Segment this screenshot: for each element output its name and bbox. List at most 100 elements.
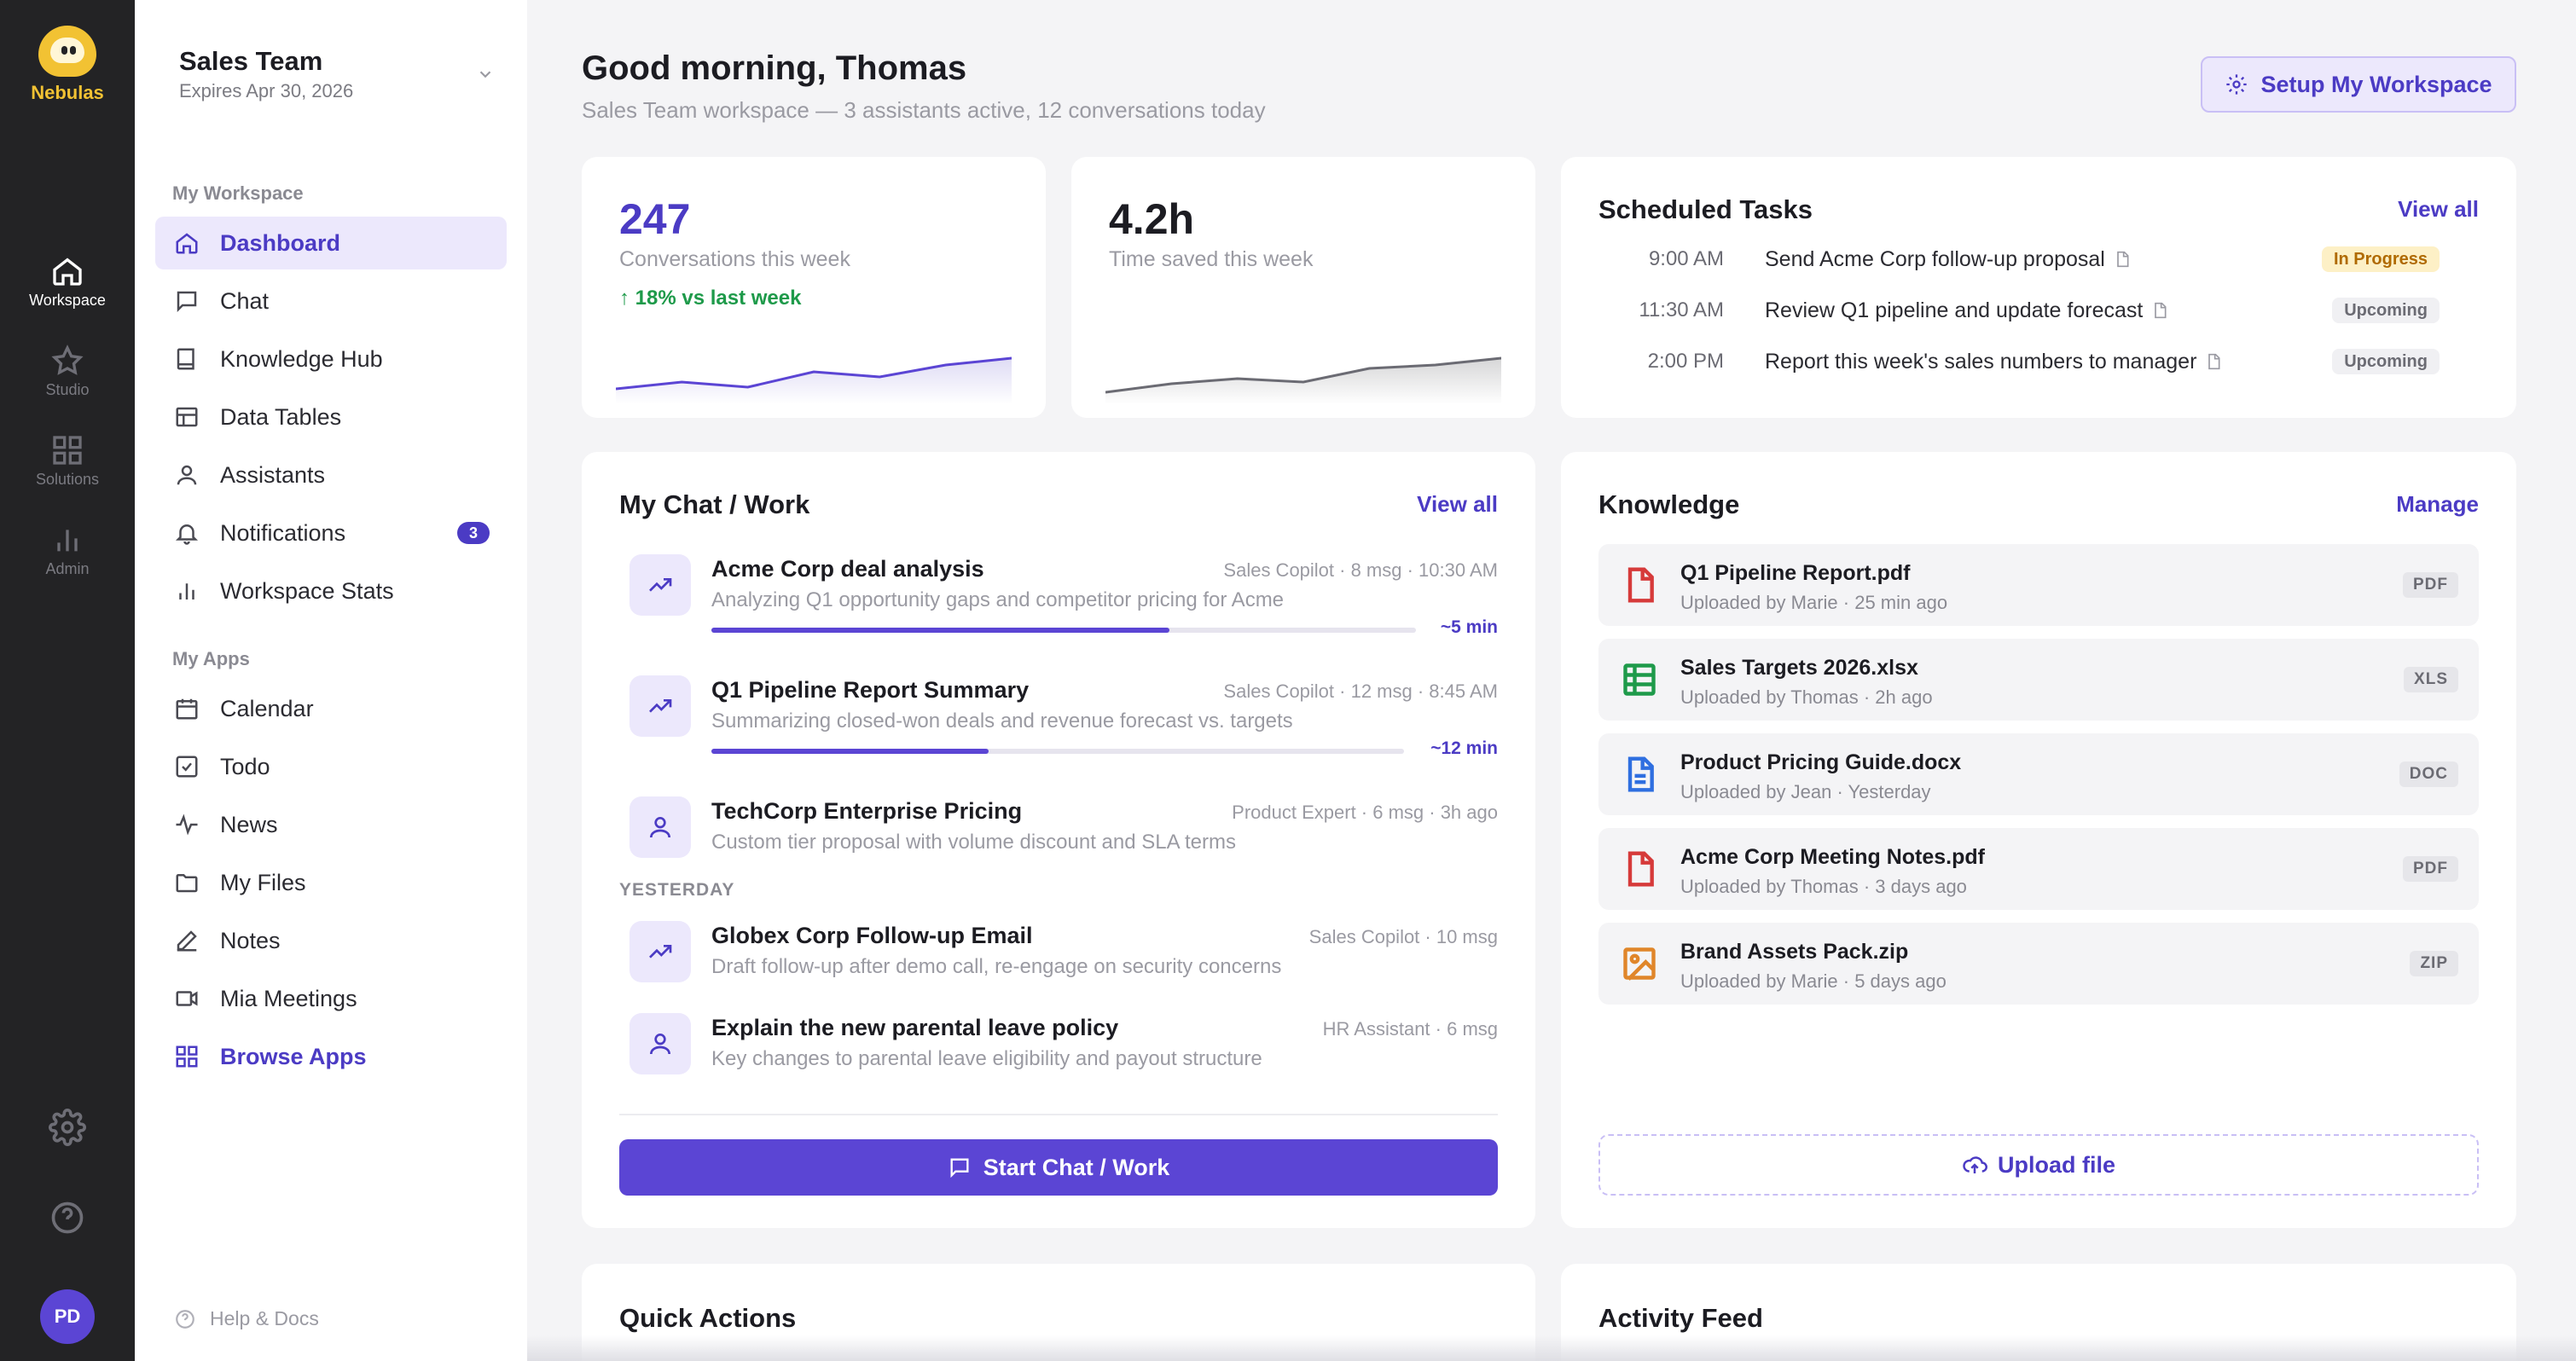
sidebar-item-browse-apps[interactable]: Browse Apps — [155, 1030, 507, 1083]
doc-file-icon — [1621, 756, 1658, 793]
setup-workspace-label: Setup My Workspace — [2260, 71, 2492, 97]
chat-meta: Sales Copilot · 10 msg — [1308, 926, 1498, 947]
chat-description: Summarizing closed-won deals and revenue… — [711, 709, 1293, 733]
sidebar-item-label: Mia Meetings — [220, 985, 357, 1011]
chat-item[interactable]: Globex Corp Follow-up Email Sales Copilo… — [619, 921, 1498, 989]
task-title: Review Q1 pipeline and update forecast — [1765, 298, 2144, 322]
chat-title: Globex Corp Follow-up Email — [711, 923, 1033, 948]
grid-icon — [53, 436, 82, 465]
file-type-badge: PDF — [2403, 572, 2458, 598]
avatar[interactable]: PD — [40, 1289, 95, 1344]
sidebar-item-label: Workspace Stats — [220, 577, 394, 604]
chat-icon — [177, 291, 197, 313]
calendar-icon — [176, 698, 198, 720]
chat-title: Acme Corp deal analysis — [711, 556, 984, 582]
trend-icon — [629, 675, 691, 737]
chat-item[interactable]: Explain the new parental leave policy HR… — [619, 1013, 1498, 1081]
rail-item-solutions[interactable]: Solutions — [0, 433, 135, 489]
manage-knowledge-link[interactable]: Manage — [2396, 491, 2479, 518]
bell-icon — [175, 524, 199, 545]
card-title: Scheduled Tasks — [1598, 194, 1813, 224]
apps-grid-icon — [176, 1045, 198, 1068]
sidebar-item-assistants[interactable]: Assistants — [155, 449, 507, 501]
sidebar-item-data-tables[interactable]: Data Tables — [155, 391, 507, 443]
sidebar-item-label: Notes — [220, 927, 281, 953]
rail-item-workspace[interactable]: Workspace — [0, 254, 135, 310]
file-item[interactable]: Acme Corp Meeting Notes.pdf Uploaded by … — [1598, 828, 2479, 910]
divider — [619, 1114, 1498, 1115]
sidebar-item-my-files[interactable]: My Files — [155, 856, 507, 909]
start-chat-button[interactable]: Start Chat / Work — [619, 1139, 1498, 1196]
upload-file-button[interactable]: Upload file — [1598, 1134, 2479, 1196]
nebulas-logo-icon — [38, 26, 96, 77]
workspace-nav: Dashboard Chat Knowledge Hub Data Tables… — [155, 217, 507, 623]
setup-workspace-button[interactable]: Setup My Workspace — [2201, 56, 2516, 113]
task-row[interactable]: 11:30 AM Review Q1 pipeline and update f… — [1598, 293, 2451, 327]
sidebar-item-todo[interactable]: Todo — [155, 740, 507, 793]
page-subtitle: Sales Team workspace — 3 assistants acti… — [582, 97, 1266, 123]
chat-meta: HR Assistant · 6 msg — [1322, 1018, 1498, 1040]
sidebar-item-calendar[interactable]: Calendar — [155, 682, 507, 735]
rail-item-admin[interactable]: Admin — [0, 523, 135, 578]
chevron-down-icon — [476, 65, 495, 84]
brand-logo[interactable]: Nebulas — [31, 26, 104, 104]
view-all-tasks-link[interactable]: View all — [2398, 196, 2479, 223]
sidebar-item-mia-meetings[interactable]: Mia Meetings — [155, 972, 507, 1025]
chat-description: Key changes to parental leave eligibilit… — [711, 1047, 1262, 1070]
chat-description: Custom tier proposal with volume discoun… — [711, 831, 1236, 854]
rail-item-label: Solutions — [35, 471, 100, 488]
brand-name: Nebulas — [31, 82, 104, 103]
group-label-yesterday: YESTERDAY — [619, 880, 735, 900]
file-item[interactable]: Sales Targets 2026.xlsx Uploaded by Thom… — [1598, 639, 2479, 721]
file-name: Acme Corp Meeting Notes.pdf — [1680, 845, 1985, 869]
rail-item-studio[interactable]: Studio — [0, 344, 135, 399]
sidebar-item-label: Knowledge Hub — [220, 345, 383, 372]
view-all-chats-link[interactable]: View all — [1417, 491, 1498, 518]
pdf-file-icon — [1621, 566, 1658, 604]
table-icon — [176, 407, 198, 427]
help-label: Help & Docs — [210, 1307, 319, 1329]
chat-item[interactable]: Q1 Pipeline Report Summary Sales Copilot… — [619, 675, 1498, 761]
file-meta: Uploaded by Marie · 25 min ago — [1680, 592, 1948, 613]
file-item[interactable]: Product Pricing Guide.docx Uploaded by J… — [1598, 733, 2479, 815]
task-row[interactable]: 2:00 PM Report this week's sales numbers… — [1598, 345, 2451, 379]
progress-bar — [711, 628, 1416, 633]
chat-item[interactable]: TechCorp Enterprise Pricing Product Expe… — [619, 796, 1498, 865]
progress-fill — [711, 628, 1169, 633]
sidebar-item-chat[interactable]: Chat — [155, 275, 507, 327]
gear-icon[interactable] — [49, 1109, 86, 1146]
star-icon — [51, 345, 84, 375]
bar-chart-icon — [57, 530, 78, 552]
sidebar-item-label: Assistants — [220, 461, 326, 488]
sidebar-item-label: Todo — [220, 753, 270, 779]
sidebar-item-notifications[interactable]: Notifications 3 — [155, 507, 507, 559]
sidebar-item-label: Calendar — [220, 695, 314, 721]
file-item[interactable]: Brand Assets Pack.zip Uploaded by Marie … — [1598, 923, 2479, 1005]
help-circle-icon[interactable] — [49, 1199, 86, 1236]
file-type-badge: ZIP — [2410, 951, 2458, 976]
task-time: 11:30 AM — [1639, 298, 1724, 321]
file-type-badge: XLS — [2404, 667, 2458, 692]
rail-item-label: Studio — [45, 381, 90, 398]
file-item[interactable]: Q1 Pipeline Report.pdf Uploaded by Marie… — [1598, 544, 2479, 626]
notification-count-badge: 3 — [457, 522, 490, 544]
sidebar-item-label: Notifications — [220, 519, 346, 546]
document-icon — [2155, 302, 2167, 319]
bar-chart-icon — [179, 583, 194, 599]
sidebar-item-knowledge-hub[interactable]: Knowledge Hub — [155, 333, 507, 385]
status-badge: In Progress — [2321, 246, 2440, 272]
checkbox-icon — [176, 756, 198, 778]
apps-nav: Calendar Todo News My Files Notes Mia Me… — [155, 682, 507, 1088]
sidebar-item-workspace-stats[interactable]: Workspace Stats — [155, 565, 507, 617]
task-row[interactable]: 9:00 AM Send Acme Corp follow-up proposa… — [1598, 242, 2451, 276]
chat-item[interactable]: Acme Corp deal analysis Sales Copilot · … — [619, 554, 1498, 640]
cloud-upload-icon — [1963, 1156, 1987, 1173]
card-title: Knowledge — [1598, 489, 1740, 519]
workspace-switcher[interactable]: Sales Team Expires Apr 30, 2026 — [179, 46, 495, 102]
sidebar-item-news[interactable]: News — [155, 798, 507, 851]
scheduled-tasks-card: Scheduled Tasks View all 9:00 AM Send Ac… — [1561, 157, 2516, 418]
folder-icon — [176, 874, 198, 893]
sidebar-item-notes[interactable]: Notes — [155, 914, 507, 967]
sidebar-item-dashboard[interactable]: Dashboard — [155, 217, 507, 269]
help-docs-link[interactable]: Help & Docs — [174, 1307, 319, 1330]
